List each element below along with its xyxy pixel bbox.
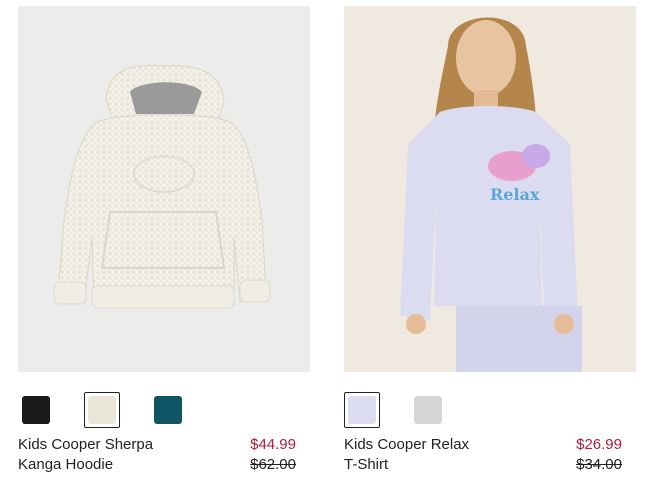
swatch-lavender[interactable] bbox=[344, 392, 380, 428]
product-image[interactable] bbox=[18, 6, 310, 372]
sale-price: $26.99 bbox=[576, 436, 622, 453]
product-name-line1: Kids Cooper Sherpa bbox=[18, 436, 154, 453]
swatch-chip bbox=[88, 396, 116, 424]
relax-graphic-text: Relax bbox=[490, 185, 540, 204]
swatch-chip bbox=[348, 396, 376, 424]
swatch-grey[interactable] bbox=[410, 392, 446, 428]
swatch-black[interactable] bbox=[18, 392, 54, 428]
sale-price: $44.99 bbox=[250, 436, 296, 453]
product-name-line2: T-Shirt bbox=[344, 456, 389, 473]
color-swatches bbox=[18, 392, 216, 428]
product-name[interactable]: Kids Cooper Sherpa Kanga Hoodie bbox=[18, 435, 218, 475]
product-card-relax-tshirt[interactable]: Relax Kids Cooper Relax T-Shirt $26.99 $… bbox=[344, 6, 636, 484]
swatch-chip bbox=[414, 396, 442, 424]
color-swatches bbox=[344, 392, 476, 428]
swatch-chip bbox=[154, 396, 182, 424]
product-name-line1: Kids Cooper Relax bbox=[344, 436, 470, 453]
product-card-sherpa-hoodie[interactable]: Kids Cooper Sherpa Kanga Hoodie $44.99 $… bbox=[18, 6, 310, 484]
swatch-cream[interactable] bbox=[84, 392, 120, 428]
price-block: $26.99 $34.00 bbox=[576, 435, 622, 475]
product-name-line2: Kanga Hoodie bbox=[18, 456, 114, 473]
swatch-teal[interactable] bbox=[150, 392, 186, 428]
product-name[interactable]: Kids Cooper Relax T-Shirt bbox=[344, 435, 544, 475]
product-image[interactable]: Relax bbox=[344, 6, 636, 372]
original-price: $34.00 bbox=[576, 456, 622, 473]
original-price: $62.00 bbox=[250, 456, 296, 473]
price-block: $44.99 $62.00 bbox=[250, 435, 296, 475]
swatch-chip bbox=[22, 396, 50, 424]
model-illustration: Relax bbox=[400, 17, 582, 372]
hoodie-illustration bbox=[53, 64, 271, 309]
